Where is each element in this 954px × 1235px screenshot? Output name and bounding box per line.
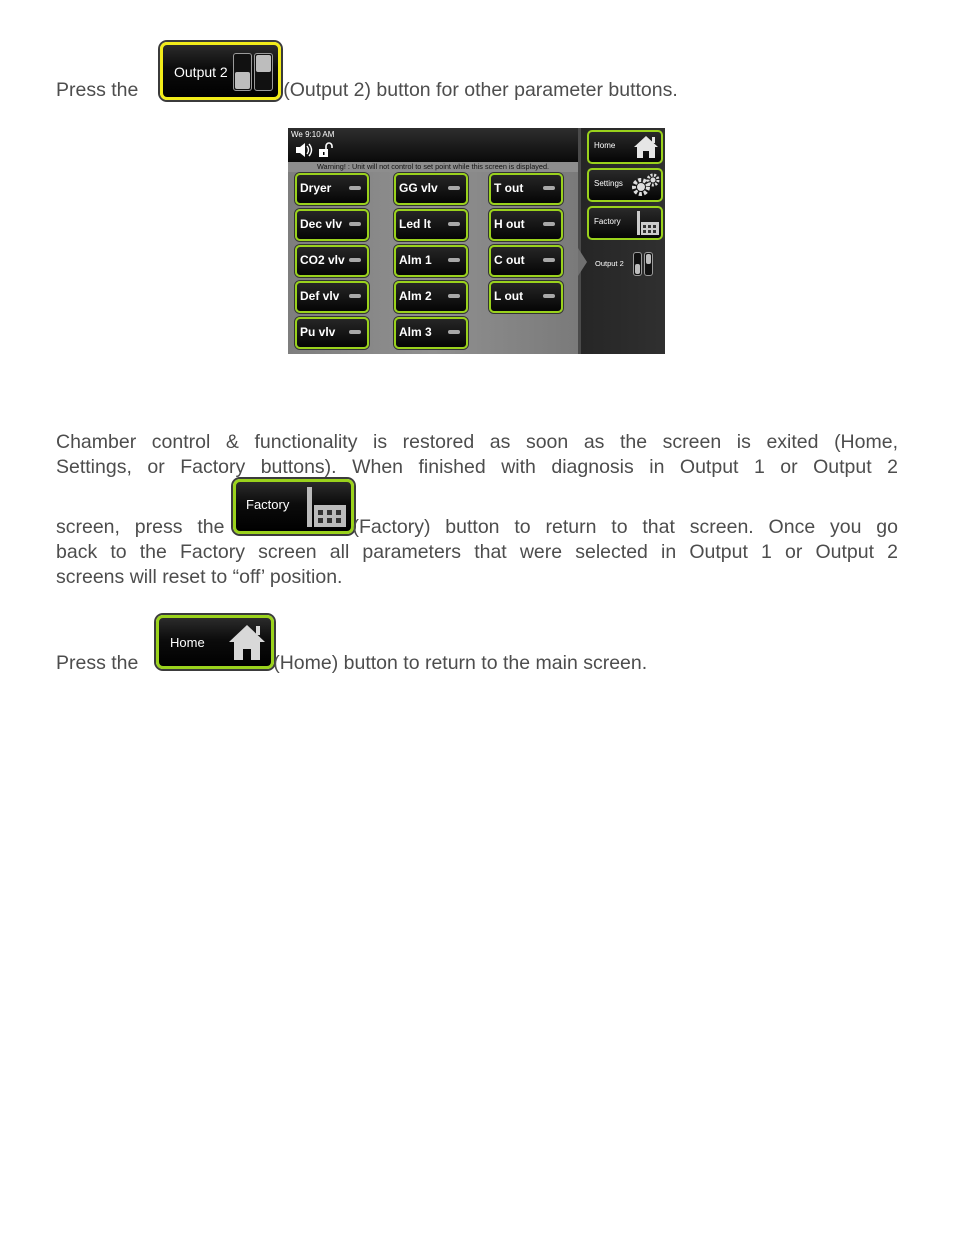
- home-label: Home: [594, 141, 616, 150]
- home-prefix: Press the: [56, 652, 139, 674]
- param-h-out-button[interactable]: H out: [489, 209, 563, 241]
- param-l-out-button[interactable]: L out: [489, 281, 563, 313]
- speaker-icon[interactable]: [295, 143, 313, 157]
- off-indicator: [349, 330, 361, 334]
- status-bar: We 9:10 AM: [288, 128, 578, 162]
- body-line-2: Settings, or Factory buttons). When fini…: [56, 456, 898, 478]
- param-label: GG vlv: [399, 181, 438, 195]
- param-c-out-button[interactable]: C out: [489, 245, 563, 277]
- body-line-3-suffix: (Factory) button to return to that scree…: [352, 516, 899, 538]
- param-def-vlv-button[interactable]: Def vlv: [295, 281, 369, 313]
- param-label: C out: [494, 253, 525, 267]
- param-label: CO2 vlv: [300, 253, 345, 267]
- param-label: Alm 3: [399, 325, 432, 339]
- param-label: Alm 1: [399, 253, 432, 267]
- body-line-1: Chamber control & functionality is resto…: [56, 431, 898, 453]
- body-line-5: screens will reset to “off’ position.: [56, 566, 343, 588]
- param-co2-vlv-button[interactable]: CO2 vlv: [295, 245, 369, 277]
- off-indicator: [543, 258, 555, 262]
- home-icon: [634, 136, 658, 158]
- param-label: H out: [494, 217, 525, 231]
- off-indicator: [349, 222, 361, 226]
- sidebar-factory-button[interactable]: Factory: [587, 206, 663, 240]
- param-label: L out: [494, 289, 524, 303]
- intro-prefix: Press the: [56, 79, 139, 101]
- body-paragraph-cont: screen, press the (Factory) button to ret…: [56, 515, 898, 590]
- intro-suffix: (Output 2) button for other parameter bu…: [283, 79, 678, 101]
- output2-screen: We 9:10 AM Warning! : Unit will not cont…: [288, 128, 665, 354]
- off-indicator: [448, 330, 460, 334]
- param-alm3-button[interactable]: Alm 3: [394, 317, 468, 349]
- off-indicator: [349, 258, 361, 262]
- param-dec-vlv-button[interactable]: Dec vlv: [295, 209, 369, 241]
- off-indicator: [448, 258, 460, 262]
- off-indicator: [349, 186, 361, 190]
- param-label: Dryer: [300, 181, 332, 195]
- sidebar: Home Settings Factory Output 2: [578, 128, 665, 354]
- param-alm2-button[interactable]: Alm 2: [394, 281, 468, 313]
- body-line-4: back to the Factory screen all parameter…: [56, 541, 898, 563]
- param-alm1-button[interactable]: Alm 1: [394, 245, 468, 277]
- param-led-lt-button[interactable]: Led lt: [394, 209, 468, 241]
- intro-paragraph: Press the (Output 2) button for other pa…: [56, 78, 898, 103]
- off-indicator: [543, 186, 555, 190]
- body-line-3: screen, press the (Factory) button to ret…: [56, 515, 898, 540]
- clock: We 9:10 AM: [291, 130, 335, 139]
- off-indicator: [448, 186, 460, 190]
- factory-label: Factory: [594, 217, 621, 226]
- parameter-grid: Dryer Dec vlv CO2 vlv Def vlv Pu vlv GG …: [288, 172, 578, 354]
- param-label: Pu vlv: [300, 325, 336, 339]
- off-indicator: [543, 222, 555, 226]
- off-indicator: [349, 294, 361, 298]
- home-label: Home: [170, 635, 205, 650]
- param-dryer-button[interactable]: Dryer: [295, 173, 369, 205]
- sidebar-output2-active[interactable]: Output 2: [595, 259, 624, 268]
- active-pointer: [578, 248, 587, 276]
- sidebar-home-button[interactable]: Home: [587, 130, 663, 164]
- body-paragraph: Chamber control & functionality is resto…: [56, 430, 898, 480]
- warning-text: Warning! : Unit will not control to set …: [316, 162, 550, 171]
- home-paragraph: Press the (Home) button to return to the…: [56, 651, 898, 676]
- off-indicator: [448, 222, 460, 226]
- factory-icon: [637, 211, 659, 235]
- param-label: T out: [494, 181, 524, 195]
- param-gg-vlv-button[interactable]: GG vlv: [394, 173, 468, 205]
- sidebar-settings-button[interactable]: Settings: [587, 168, 663, 202]
- home-suffix: (Home) button to return to the main scre…: [273, 652, 648, 674]
- gear-icon: [632, 173, 660, 196]
- param-t-out-button[interactable]: T out: [489, 173, 563, 205]
- off-indicator: [448, 294, 460, 298]
- body-line-3-prefix: screen, press the: [56, 516, 225, 538]
- param-pu-vlv-button[interactable]: Pu vlv: [295, 317, 369, 349]
- param-label: Def vlv: [300, 289, 340, 303]
- unlock-icon[interactable]: [318, 142, 334, 158]
- param-label: Alm 2: [399, 289, 432, 303]
- param-label: Led lt: [399, 217, 431, 231]
- factory-label: Factory: [246, 497, 290, 512]
- off-indicator: [543, 294, 555, 298]
- param-label: Dec vlv: [300, 217, 343, 231]
- settings-label: Settings: [594, 179, 623, 188]
